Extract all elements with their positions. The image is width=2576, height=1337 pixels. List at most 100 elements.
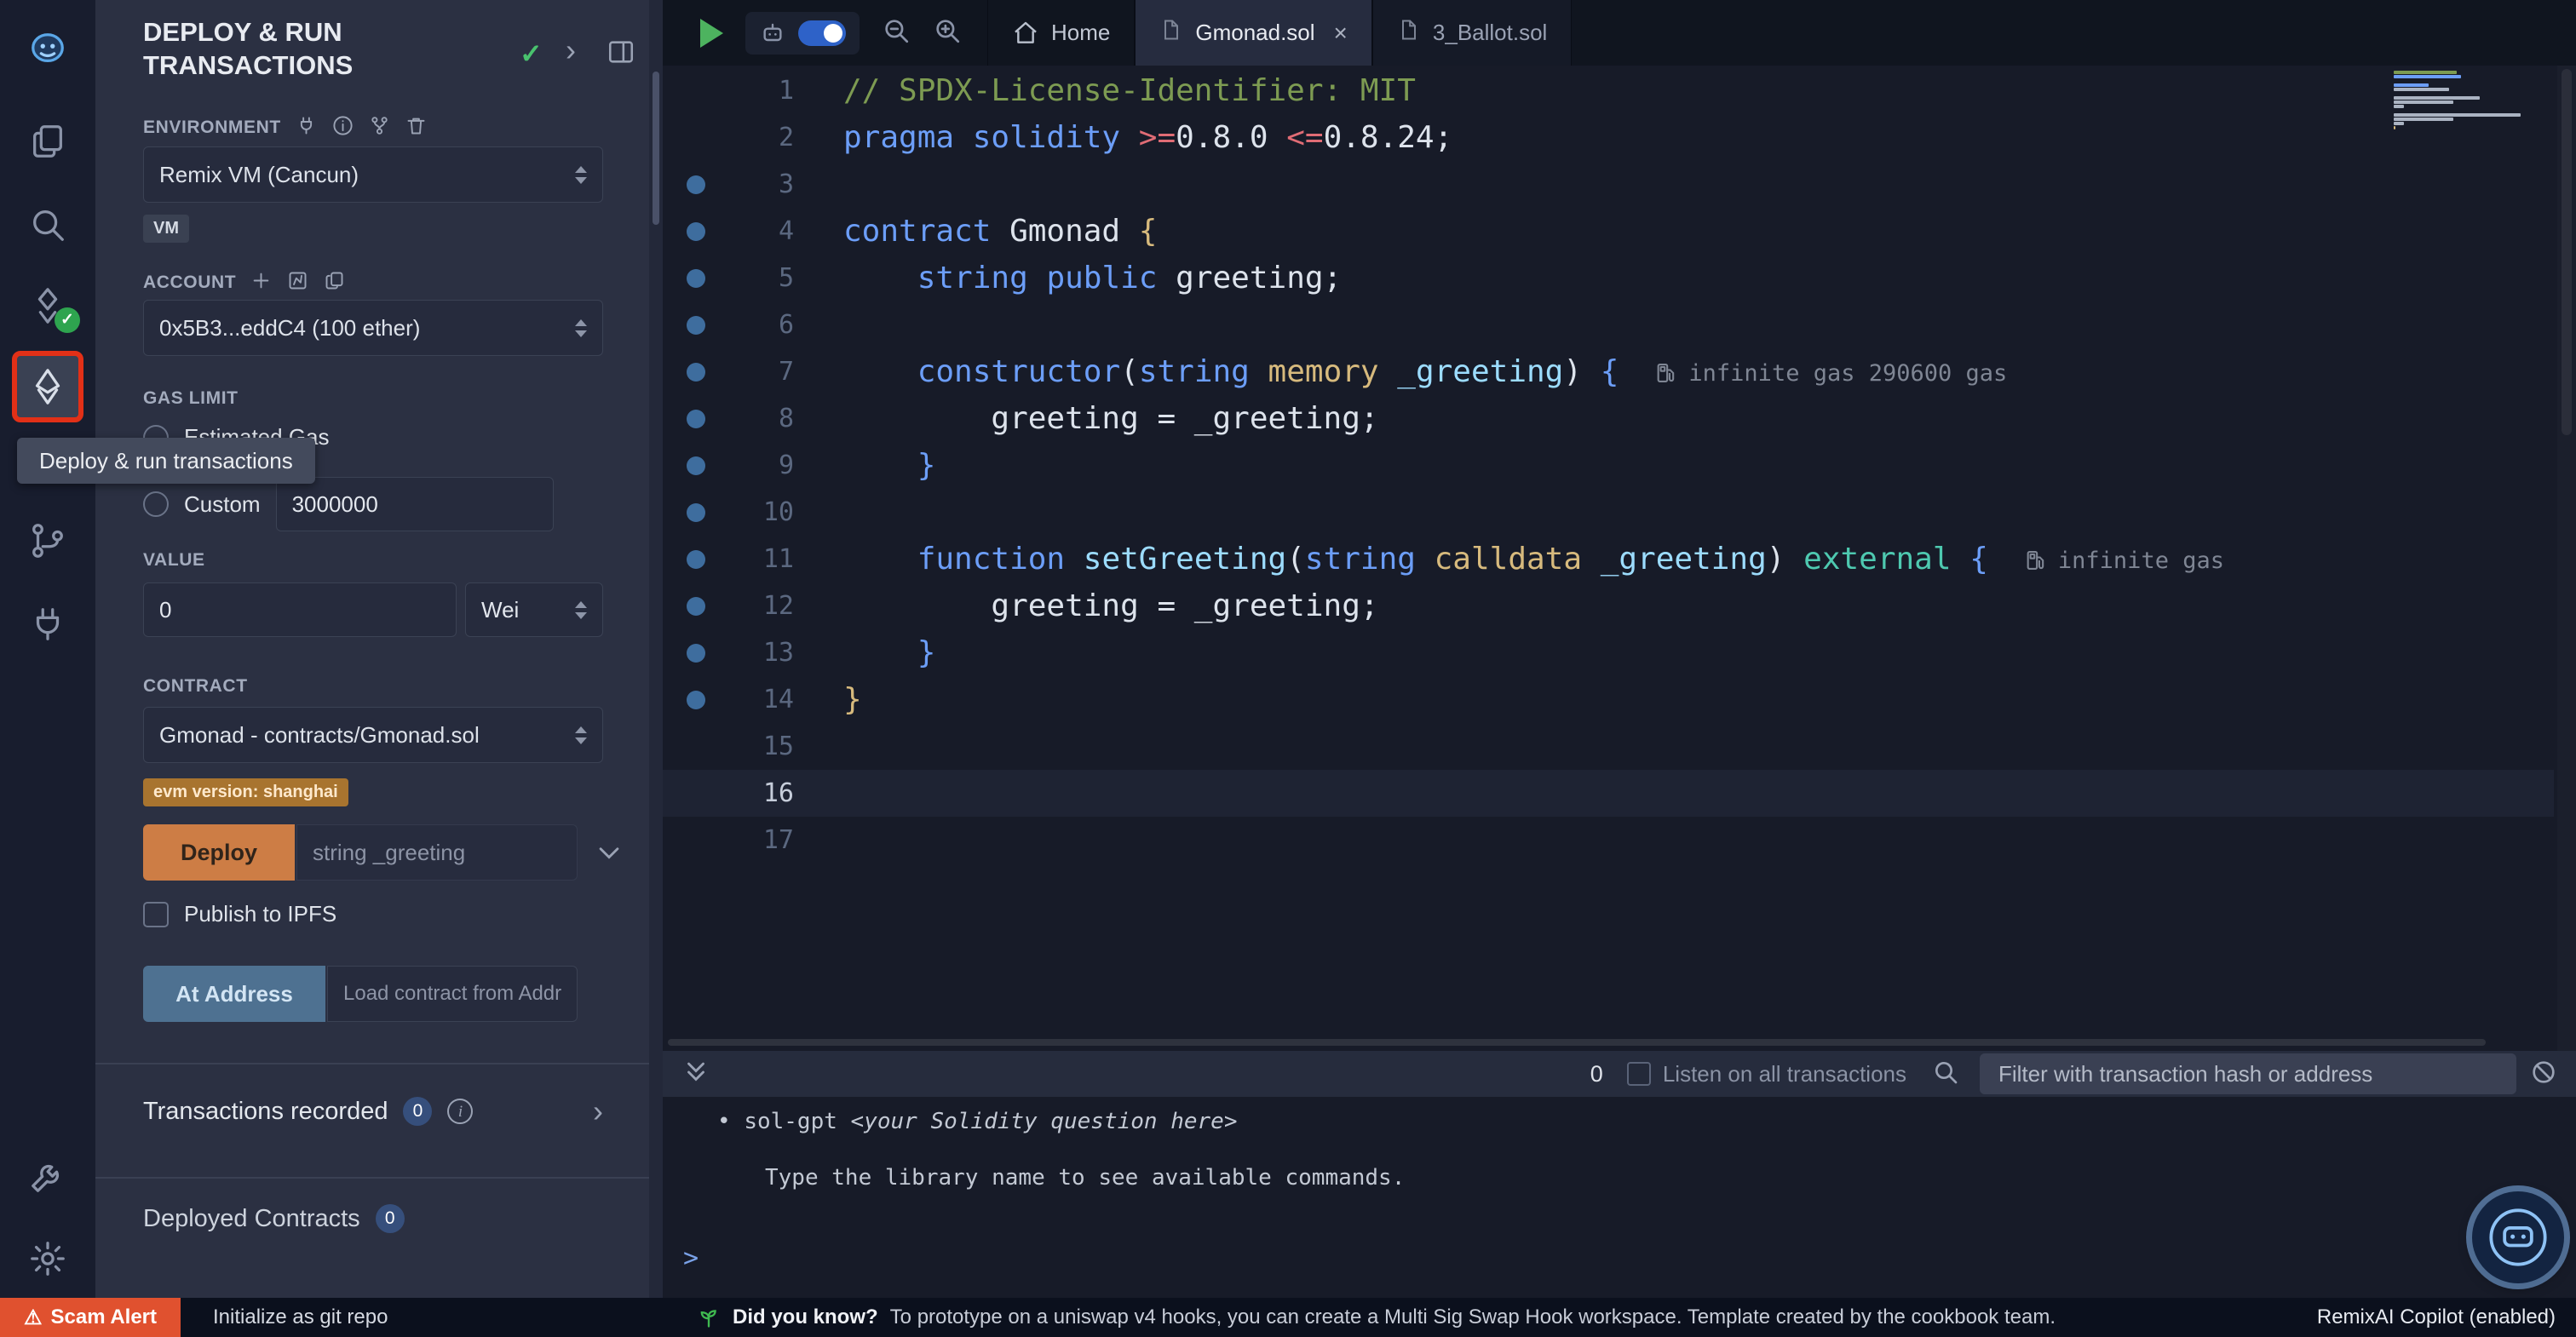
constructor-args-input[interactable] <box>296 824 578 881</box>
terminal-prompt[interactable]: > <box>683 1243 699 1273</box>
remixai-assistant-button[interactable] <box>2472 1191 2564 1283</box>
code-line-12[interactable]: 12 greeting = _greeting; <box>663 582 2554 629</box>
custom-gas-input[interactable] <box>276 477 554 531</box>
panel-forward-icon[interactable]: › <box>566 37 576 63</box>
line-number: 14 <box>716 685 794 714</box>
plugin-manager-icon[interactable] <box>0 583 95 665</box>
at-address-button[interactable]: At Address <box>143 966 325 1022</box>
terminal-filter-input[interactable] <box>1980 1053 2516 1094</box>
code-line-15[interactable]: 15 <box>663 723 2554 770</box>
solidity-compiler-icon[interactable]: ✓ <box>0 265 95 347</box>
minimap[interactable] <box>2394 71 2539 142</box>
git-icon[interactable] <box>0 500 95 582</box>
copy-account-icon[interactable] <box>323 269 346 296</box>
editor-vertical-scrollbar[interactable] <box>2557 66 2576 1051</box>
gutter-marker-icon[interactable] <box>687 316 705 335</box>
tab-3-ballot-sol[interactable]: 3_Ballot.sol <box>1372 0 1572 66</box>
gutter-marker-icon[interactable] <box>687 644 705 663</box>
search-icon[interactable] <box>0 184 95 266</box>
fork-icon[interactable] <box>368 114 391 141</box>
gutter-marker-icon[interactable] <box>687 550 705 569</box>
custom-gas-row: Custom <box>143 477 554 531</box>
value-input[interactable] <box>143 582 457 637</box>
gutter-marker-icon[interactable] <box>687 597 705 616</box>
gutter-marker-icon[interactable] <box>687 410 705 428</box>
account-label: ACCOUNT <box>143 273 236 293</box>
editor-horizontal-scrollbar[interactable] <box>668 1039 2542 1047</box>
value-unit: Wei <box>481 597 519 623</box>
run-script-icon[interactable] <box>700 19 723 48</box>
code-line-10[interactable]: 10 <box>663 489 2554 536</box>
deploy-button[interactable]: Deploy <box>143 824 295 881</box>
gutter-marker-icon[interactable] <box>687 269 705 288</box>
code-line-5[interactable]: 5 string public greeting; <box>663 255 2554 301</box>
code-line-6[interactable]: 6 <box>663 301 2554 348</box>
info-icon[interactable] <box>331 114 354 141</box>
robot-icon <box>759 20 786 47</box>
plug-icon[interactable] <box>295 114 318 141</box>
code-text: // SPDX-License-Identifier: MIT <box>843 73 1416 108</box>
code-line-17[interactable]: 17 <box>663 817 2554 864</box>
search-icon[interactable] <box>1932 1059 1959 1090</box>
expand-transactions-icon[interactable]: › <box>593 1099 603 1124</box>
code-line-8[interactable]: 8 greeting = _greeting; <box>663 395 2554 442</box>
code-line-4[interactable]: 4contract Gmonad { <box>663 208 2554 255</box>
code-line-9[interactable]: 9 } <box>663 442 2554 489</box>
code-line-14[interactable]: 14} <box>663 676 2554 723</box>
gutter-marker-icon[interactable] <box>687 456 705 475</box>
tab-gmonad-sol[interactable]: Gmonad.sol × <box>1135 0 1372 66</box>
gutter-marker-icon[interactable] <box>687 503 705 522</box>
debugger-icon[interactable] <box>0 1135 95 1217</box>
clear-console-icon[interactable] <box>2530 1059 2557 1090</box>
terminal-output[interactable]: • sol-gpt <your Solidity question here> … <box>663 1097 2576 1298</box>
environment-select[interactable]: Remix VM (Cancun) <box>143 146 603 203</box>
scam-alert-button[interactable]: ⚠ Scam Alert <box>0 1298 181 1337</box>
deployed-contracts-row: Deployed Contracts 0 <box>143 1204 405 1233</box>
file-explorer-icon[interactable] <box>0 100 95 182</box>
terminal-line: • sol-gpt <your Solidity question here> <box>717 1109 1238 1134</box>
pin-panel-icon[interactable] <box>607 37 635 66</box>
code-line-16[interactable]: 16 <box>663 770 2554 817</box>
value-unit-select[interactable]: Wei <box>465 582 603 637</box>
deploy-run-tooltip: Deploy & run transactions <box>17 438 315 484</box>
account-select[interactable]: 0x5B3...eddC4 (100 ether) <box>143 300 603 356</box>
gas-limit-label-row: GAS LIMIT <box>143 388 239 409</box>
close-tab-icon[interactable]: × <box>1334 20 1348 47</box>
contract-select[interactable]: Gmonad - contracts/Gmonad.sol <box>143 707 603 763</box>
code-line-3[interactable]: 3 <box>663 161 2554 208</box>
code-area[interactable]: 1// SPDX-License-Identifier: MIT2pragma … <box>663 66 2576 1051</box>
publish-ipfs-checkbox[interactable] <box>143 902 169 927</box>
code-text: function setGreeting(string calldata _gr… <box>843 542 2224 577</box>
code-line-11[interactable]: 11 function setGreeting(string calldata … <box>663 536 2554 582</box>
custom-gas-radio[interactable] <box>143 491 169 517</box>
code-line-1[interactable]: 1// SPDX-License-Identifier: MIT <box>663 67 2554 114</box>
gutter-marker-icon[interactable] <box>687 363 705 382</box>
gutter-marker-icon[interactable] <box>687 691 705 709</box>
gutter-marker-icon[interactable] <box>687 222 705 241</box>
tab-home[interactable]: Home <box>987 0 1135 66</box>
expand-constructor-args-icon[interactable] <box>595 838 624 871</box>
info-icon[interactable]: i <box>447 1099 473 1124</box>
code-line-7[interactable]: 7 constructor(string memory _greeting) {… <box>663 348 2554 395</box>
transactions-recorded-row[interactable]: Transactions recorded 0 i › <box>143 1097 603 1126</box>
panel-scrollbar[interactable] <box>649 0 663 1298</box>
select-caret-icon <box>575 601 587 619</box>
at-address-input[interactable] <box>327 966 578 1022</box>
add-account-icon[interactable] <box>250 269 273 296</box>
settings-icon[interactable] <box>0 1218 95 1300</box>
gutter-marker-icon[interactable] <box>687 175 705 194</box>
listen-all-transactions-checkbox[interactable] <box>1627 1062 1651 1086</box>
line-number: 8 <box>716 404 794 433</box>
remix-logo[interactable] <box>0 9 95 90</box>
collapse-terminal-icon[interactable] <box>681 1058 710 1091</box>
code-line-13[interactable]: 13 } <box>663 629 2554 676</box>
delete-icon[interactable] <box>405 114 428 141</box>
sign-message-icon[interactable] <box>286 269 309 296</box>
deploy-and-run-icon[interactable] <box>12 351 83 422</box>
copilot-toggle[interactable] <box>798 20 846 46</box>
code-text: } <box>843 635 935 670</box>
init-git-repo-button[interactable]: Initialize as git repo <box>213 1298 388 1337</box>
zoom-out-icon[interactable] <box>882 16 911 49</box>
zoom-in-icon[interactable] <box>933 16 962 49</box>
code-line-2[interactable]: 2pragma solidity >=0.8.0 <=0.8.24; <box>663 114 2554 161</box>
